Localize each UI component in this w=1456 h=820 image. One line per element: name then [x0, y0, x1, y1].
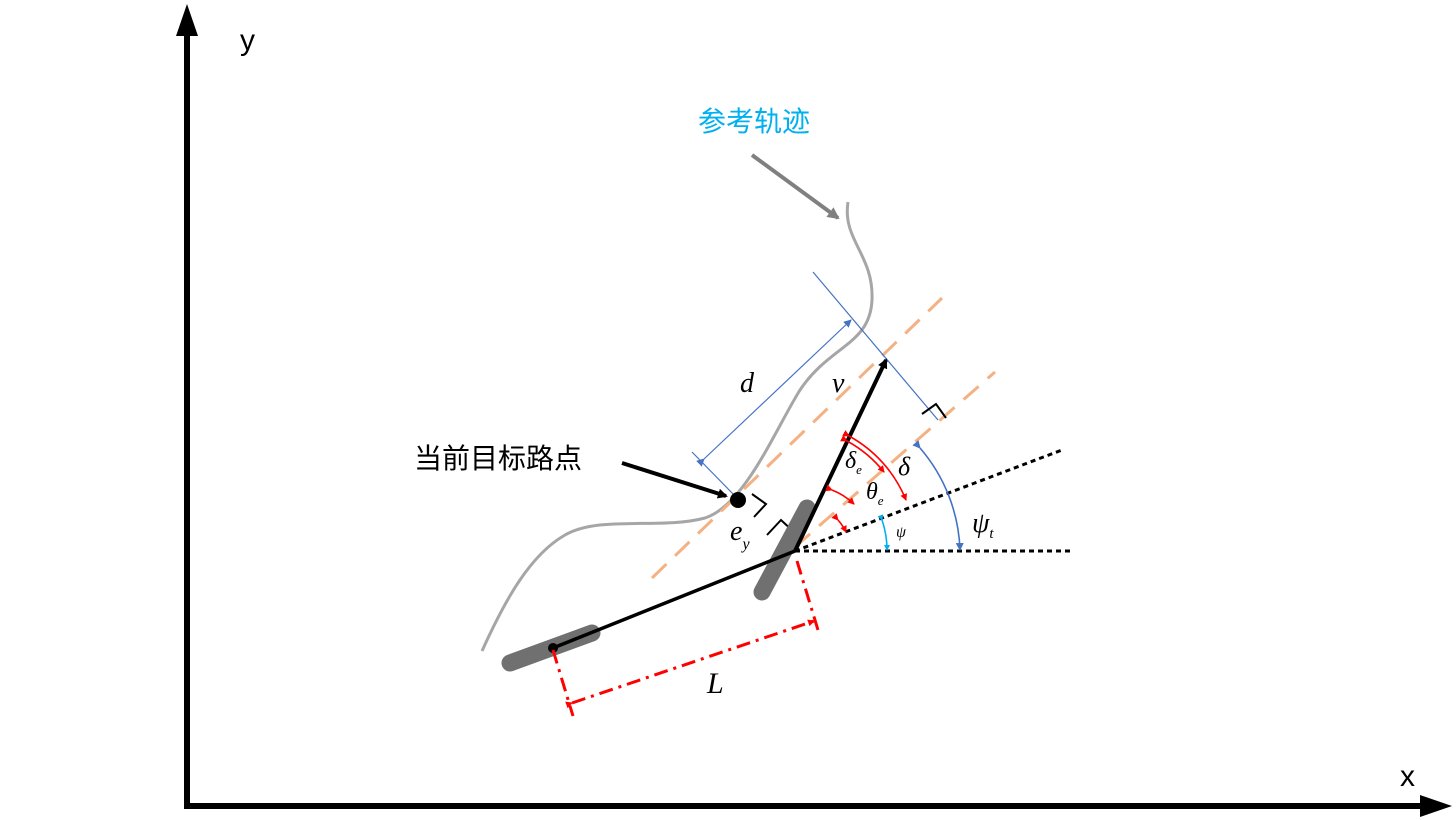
- y-axis-arrowhead: [176, 4, 198, 36]
- psi-t-label: ψt: [972, 508, 994, 542]
- delta-label: δ: [898, 452, 911, 481]
- axes: y x: [176, 4, 1452, 817]
- L-extension-front: [795, 560, 820, 631]
- L-extension-rear: [551, 649, 575, 717]
- y-axis-label: y: [240, 24, 255, 57]
- theta-e-sub: e: [878, 493, 884, 508]
- x-axis-label: x: [1400, 760, 1415, 793]
- dashed-guides: [650, 296, 996, 580]
- psi-t-sub: t: [989, 526, 994, 542]
- psi-t-main: ψ: [972, 508, 990, 539]
- reference-path-label: 参考轨迹: [698, 106, 810, 137]
- theta-e-main: θ: [866, 479, 878, 505]
- delta-e-sub: e: [856, 462, 862, 477]
- psi-arc: [877, 514, 891, 551]
- heading-error-arc-inner: [831, 513, 847, 533]
- lateral-error-label: ey: [730, 516, 750, 553]
- reference-path-pointer: [750, 153, 840, 220]
- ey-sub: y: [740, 536, 750, 553]
- diagram-canvas: y x 参考轨迹 d 当前目标路点 ey v L δe δ θe ψ ψt: [176, 4, 1452, 817]
- front-wheel: [753, 499, 816, 601]
- x-axis-arrowhead: [1420, 795, 1452, 817]
- right-angle-marker-target: [751, 493, 768, 518]
- L-dimension-line: [565, 619, 815, 709]
- theta-e-label: θe: [866, 479, 884, 508]
- pure-pursuit-diagram: y x 参考轨迹 d 当前目标路点 ey v L δe δ θe ψ ψt: [0, 0, 1456, 820]
- d-label: d: [740, 368, 755, 399]
- target-waypoint: [730, 492, 746, 508]
- velocity-label: v: [832, 368, 845, 399]
- steer-direction-guide: [794, 370, 996, 549]
- psi-t-arc: [912, 440, 964, 551]
- delta-e-label: δe: [845, 448, 862, 477]
- target-waypoint-label: 当前目标路点: [414, 443, 582, 474]
- d-dimension-line: [696, 319, 852, 467]
- ey-main: e: [730, 516, 742, 547]
- reference-path: [480, 201, 874, 652]
- target-waypoint-pointer: [621, 461, 728, 499]
- L-label: L: [706, 667, 724, 700]
- psi-label: ψ: [896, 524, 907, 541]
